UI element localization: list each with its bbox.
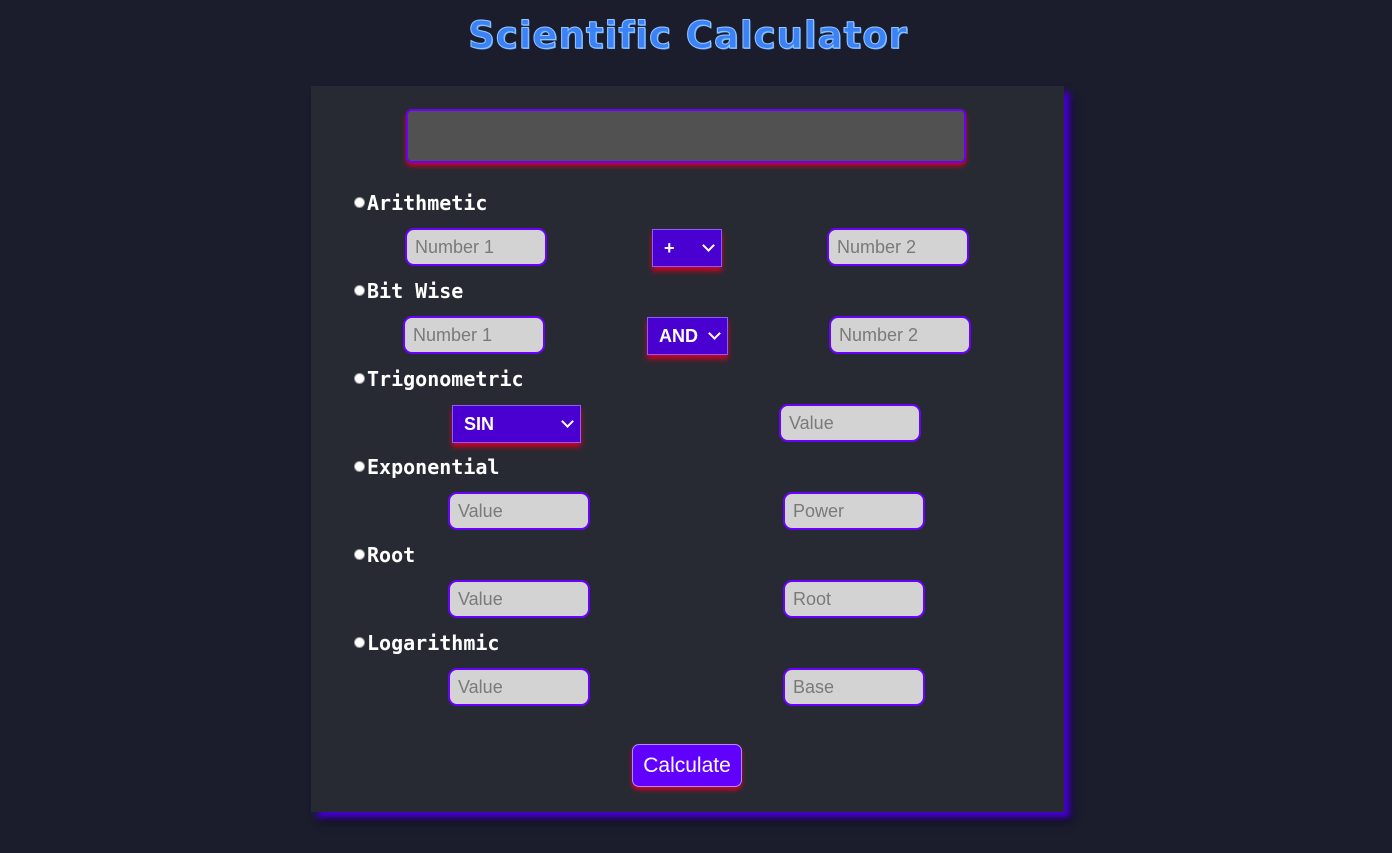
logarithmic-option[interactable]: Logarithmic [354, 631, 499, 655]
root-radio[interactable] [354, 548, 365, 560]
trigonometric-option[interactable]: Trigonometric [354, 367, 524, 391]
bitwise-operator-select[interactable]: AND [647, 317, 728, 355]
trigonometric-radio[interactable] [354, 372, 365, 384]
logarithmic-radio[interactable] [354, 636, 365, 648]
bitwise-radio[interactable] [354, 284, 365, 296]
result-display[interactable] [406, 109, 966, 163]
exponential-power-input[interactable] [783, 492, 925, 530]
bitwise-label: Bit Wise [367, 279, 464, 303]
exponential-label: Exponential [367, 455, 500, 479]
logarithmic-value-input[interactable] [448, 668, 590, 706]
arithmetic-number2-input[interactable] [827, 228, 969, 266]
logarithmic-label: Logarithmic [367, 631, 500, 655]
root-degree-input[interactable] [783, 580, 925, 618]
root-label: Root [367, 543, 416, 567]
chevron-down-icon [708, 327, 721, 340]
arithmetic-operator-select[interactable]: + [652, 229, 722, 267]
arithmetic-operator-value: + [664, 237, 675, 258]
trigonometric-function-value: SIN [464, 413, 495, 434]
root-value-input[interactable] [448, 580, 590, 618]
bitwise-option[interactable]: Bit Wise [354, 279, 463, 303]
arithmetic-option[interactable]: Arithmetic [354, 191, 487, 215]
trigonometric-label: Trigonometric [367, 367, 524, 391]
exponential-value-input[interactable] [448, 492, 590, 530]
exponential-option[interactable]: Exponential [354, 455, 499, 479]
page-title: Scientific Calculator [468, 14, 908, 58]
arithmetic-number1-input[interactable] [405, 228, 547, 266]
chevron-down-icon [702, 239, 715, 252]
logarithmic-base-input[interactable] [783, 668, 925, 706]
root-option[interactable]: Root [354, 543, 415, 567]
bitwise-operator-value: AND [659, 325, 698, 346]
trigonometric-value-input[interactable] [779, 404, 921, 442]
bitwise-number2-input[interactable] [829, 316, 971, 354]
chevron-down-icon [561, 415, 574, 428]
calculator-panel: Arithmetic + Bit Wise AND Trigonometric … [311, 86, 1064, 812]
arithmetic-label: Arithmetic [367, 191, 488, 215]
bitwise-number1-input[interactable] [403, 316, 545, 354]
calculate-button[interactable]: Calculate [632, 744, 742, 787]
arithmetic-radio[interactable] [354, 196, 365, 208]
trigonometric-function-select[interactable]: SIN [452, 405, 581, 443]
exponential-radio[interactable] [354, 460, 365, 472]
